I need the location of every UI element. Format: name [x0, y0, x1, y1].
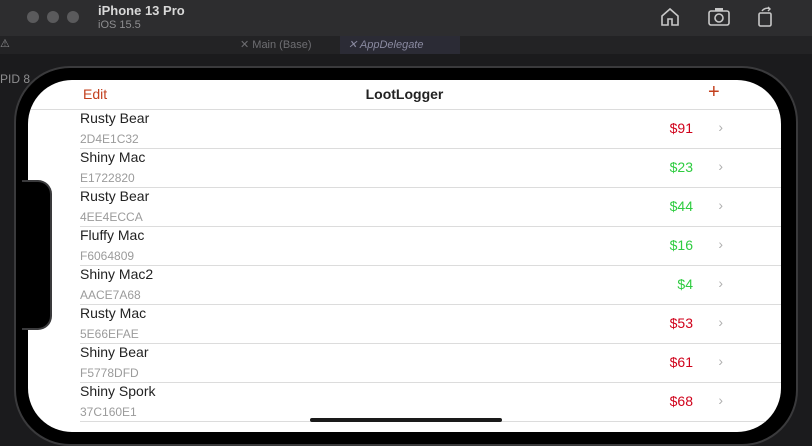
item-value: $44	[669, 198, 693, 214]
xcode-tab-main[interactable]: ✕ Main (Base)	[240, 38, 312, 51]
chevron-right-icon: ›	[718, 353, 723, 369]
xcode-tab-label: Main (Base)	[252, 39, 312, 51]
item-serial: F6064809	[80, 249, 135, 263]
chevron-right-icon: ›	[718, 158, 723, 174]
zoom-window-button[interactable]	[67, 11, 79, 23]
item-name: Fluffy Mac	[80, 227, 145, 243]
item-serial: E1722820	[80, 171, 135, 185]
item-value: $68	[669, 393, 693, 409]
item-name: Shiny Bear	[80, 344, 149, 360]
item-serial: 4EE4ECCA	[80, 210, 143, 224]
item-value: $23	[669, 159, 693, 175]
rotate-icon[interactable]	[753, 6, 777, 28]
table-row[interactable]: Shiny Mac2 AACE7A68 $4 ›	[80, 266, 781, 305]
item-value: $61	[669, 354, 693, 370]
chevron-right-icon: ›	[718, 275, 723, 291]
item-serial: F5778DFD	[80, 366, 139, 380]
chevron-right-icon: ›	[718, 119, 723, 135]
item-name: Rusty Mac	[80, 305, 147, 321]
item-serial: 5E66EFAE	[80, 327, 139, 341]
table-row[interactable]: Rusty Bear 4EE4ECCA $44 ›	[80, 188, 781, 227]
table-row[interactable]: Rusty Bear 2D4E1C32 $91 ›	[80, 110, 781, 149]
chevron-right-icon: ›	[718, 314, 723, 330]
chevron-right-icon: ›	[718, 392, 723, 408]
item-serial: 37C160E1	[80, 405, 137, 419]
nav-title: LootLogger	[365, 86, 444, 102]
item-value: $16	[669, 237, 693, 253]
item-name: Shiny Mac2	[80, 266, 154, 282]
screenshot-icon[interactable]	[707, 6, 731, 28]
items-table: Rusty Bear 2D4E1C32 $91 › Shiny Mac E1722820 $…	[28, 110, 781, 422]
item-value: $53	[669, 315, 693, 331]
add-item-button[interactable]: +	[708, 81, 720, 104]
item-serial: AACE7A68	[80, 288, 141, 302]
item-name: Shiny Spork	[80, 383, 156, 399]
item-name: Rusty Bear	[80, 188, 150, 204]
device-os-version: iOS 15.5	[98, 19, 141, 31]
app-screen: Edit LootLogger + Rusty Bear 2D4E1C32 $91 ›…	[28, 80, 781, 432]
table-row[interactable]: Shiny Spork 37C160E1 $68 ›	[80, 383, 781, 422]
chevron-right-icon: ›	[718, 197, 723, 213]
item-name: Rusty Bear	[80, 110, 150, 126]
table-row[interactable]: Rusty Mac 5E66EFAE $53 ›	[80, 305, 781, 344]
table-row[interactable]: Shiny Mac E1722820 $23 ›	[80, 149, 781, 188]
device-name: iPhone 13 Pro	[98, 3, 185, 18]
xcode-tab-label: AppDelegate	[359, 39, 424, 51]
simulator-title-bar: iPhone 13 Pro iOS 15.5	[0, 0, 812, 36]
sensor-housing	[22, 180, 52, 330]
close-window-button[interactable]	[27, 11, 39, 23]
item-value: $91	[669, 120, 693, 136]
home-icon[interactable]	[658, 6, 682, 28]
pid-label: PID 8	[0, 72, 31, 86]
warning-icon: ⚠	[0, 38, 10, 50]
item-value: $4	[677, 276, 693, 292]
table-row[interactable]: Fluffy Mac F6064809 $16 ›	[80, 227, 781, 266]
item-name: Shiny Mac	[80, 149, 146, 165]
xcode-tab-appdelegate[interactable]: ✕ AppDelegate	[348, 38, 423, 51]
item-serial: 2D4E1C32	[80, 132, 139, 146]
chevron-right-icon: ›	[718, 236, 723, 252]
table-row[interactable]: Shiny Bear F5778DFD $61 ›	[80, 344, 781, 383]
minimize-window-button[interactable]	[47, 11, 59, 23]
home-indicator	[310, 418, 502, 422]
